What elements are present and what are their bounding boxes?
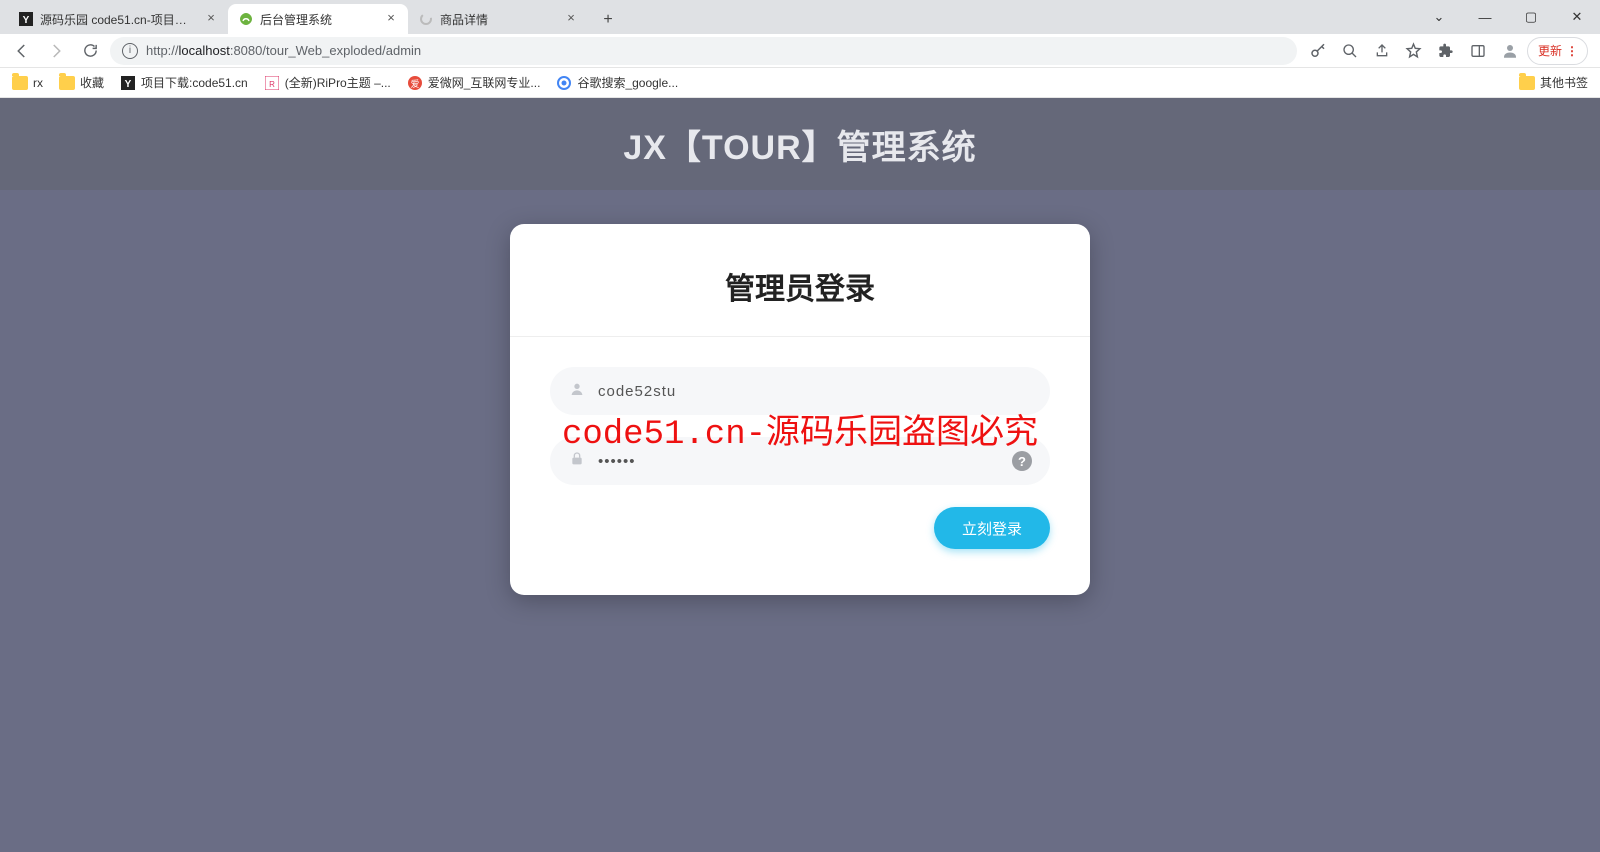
page-viewport: JX【TOUR】管理系统 管理员登录 ? 立刻登录 code51 xyxy=(0,98,1600,852)
login-card: 管理员登录 ? 立刻登录 xyxy=(510,224,1090,595)
svg-text:爱: 爱 xyxy=(410,79,419,89)
nav-reload-button[interactable] xyxy=(76,37,104,65)
username-field[interactable] xyxy=(550,367,1050,415)
new-tab-button[interactable]: + xyxy=(594,6,622,34)
tab-favicon: Y xyxy=(18,11,34,27)
share-icon[interactable] xyxy=(1367,37,1397,65)
url-text: http://localhost:8080/tour_Web_exploded/… xyxy=(146,43,421,58)
browser-tab[interactable]: 商品详情 × xyxy=(408,4,588,34)
sidepanel-icon[interactable] xyxy=(1463,37,1493,65)
tab-title: 后台管理系统 xyxy=(260,11,378,28)
browser-tab-active[interactable]: 后台管理系统 × xyxy=(228,4,408,34)
login-submit-button[interactable]: 立刻登录 xyxy=(934,507,1050,549)
bookmark-item[interactable]: 爱爱微网_互联网专业... xyxy=(407,74,541,91)
zoom-icon[interactable] xyxy=(1335,37,1365,65)
update-label: 更新 xyxy=(1538,42,1562,59)
window-close-icon[interactable]: ✕ xyxy=(1554,0,1600,34)
window-minimize-icon[interactable]: — xyxy=(1462,0,1508,34)
menu-dots-icon: ⋮ xyxy=(1566,44,1577,58)
window-maximize-icon[interactable]: ▢ xyxy=(1508,0,1554,34)
browser-tab[interactable]: Y 源码乐园 code51.cn-项目论文代 × xyxy=(8,4,228,34)
user-icon xyxy=(568,381,586,402)
bookmark-item[interactable]: R(全新)RiPro主题 –... xyxy=(264,74,391,91)
password-key-icon[interactable] xyxy=(1303,37,1333,65)
address-bar: i http://localhost:8080/tour_Web_explode… xyxy=(0,34,1600,68)
tab-title: 商品详情 xyxy=(440,11,558,28)
tab-title: 源码乐园 code51.cn-项目论文代 xyxy=(40,11,198,28)
window-dropdown-icon[interactable]: ⌄ xyxy=(1416,0,1462,34)
folder-icon xyxy=(59,76,75,90)
browser-tab-bar: Y 源码乐园 code51.cn-项目论文代 × 后台管理系统 × 商品详情 ×… xyxy=(0,0,1600,34)
bookmark-item[interactable]: 谷歌搜索_google... xyxy=(556,74,678,91)
bookmark-item[interactable]: rx xyxy=(12,75,43,91)
site-icon xyxy=(556,75,572,91)
site-icon: 爱 xyxy=(407,75,423,91)
other-bookmarks[interactable]: 其他书签 xyxy=(1519,74,1588,91)
nav-back-button[interactable] xyxy=(8,37,36,65)
window-controls: ⌄ — ▢ ✕ xyxy=(1416,0,1600,34)
profile-icon[interactable] xyxy=(1495,37,1525,65)
tab-favicon-loading xyxy=(418,11,434,27)
svg-text:R: R xyxy=(269,80,275,89)
url-input[interactable]: i http://localhost:8080/tour_Web_explode… xyxy=(110,37,1297,65)
password-field[interactable]: ? xyxy=(550,437,1050,485)
svg-text:Y: Y xyxy=(125,79,132,90)
close-icon[interactable]: × xyxy=(384,12,398,26)
folder-icon xyxy=(12,76,28,90)
nav-forward-button[interactable] xyxy=(42,37,70,65)
bookmark-item[interactable]: 收藏 xyxy=(59,74,104,91)
divider xyxy=(510,336,1090,337)
update-button[interactable]: 更新 ⋮ xyxy=(1527,37,1588,65)
folder-icon xyxy=(1519,76,1535,90)
bookmark-item[interactable]: Y项目下载:code51.cn xyxy=(120,74,248,91)
password-input[interactable] xyxy=(598,453,1000,470)
bookmark-star-icon[interactable] xyxy=(1399,37,1429,65)
login-title: 管理员登录 xyxy=(550,264,1050,308)
site-info-icon[interactable]: i xyxy=(122,43,138,59)
close-icon[interactable]: × xyxy=(204,12,218,26)
site-icon: Y xyxy=(120,75,136,91)
lock-icon xyxy=(568,451,586,472)
help-icon[interactable]: ? xyxy=(1012,451,1032,471)
svg-text:Y: Y xyxy=(23,15,30,26)
bookmarks-bar: rx 收藏 Y项目下载:code51.cn R(全新)RiPro主题 –... … xyxy=(0,68,1600,98)
site-icon: R xyxy=(264,75,280,91)
username-input[interactable] xyxy=(598,383,1032,400)
page-title: JX【TOUR】管理系统 xyxy=(623,120,976,169)
tab-favicon xyxy=(238,11,254,27)
extensions-icon[interactable] xyxy=(1431,37,1461,65)
page-header: JX【TOUR】管理系统 xyxy=(0,98,1600,190)
close-icon[interactable]: × xyxy=(564,12,578,26)
